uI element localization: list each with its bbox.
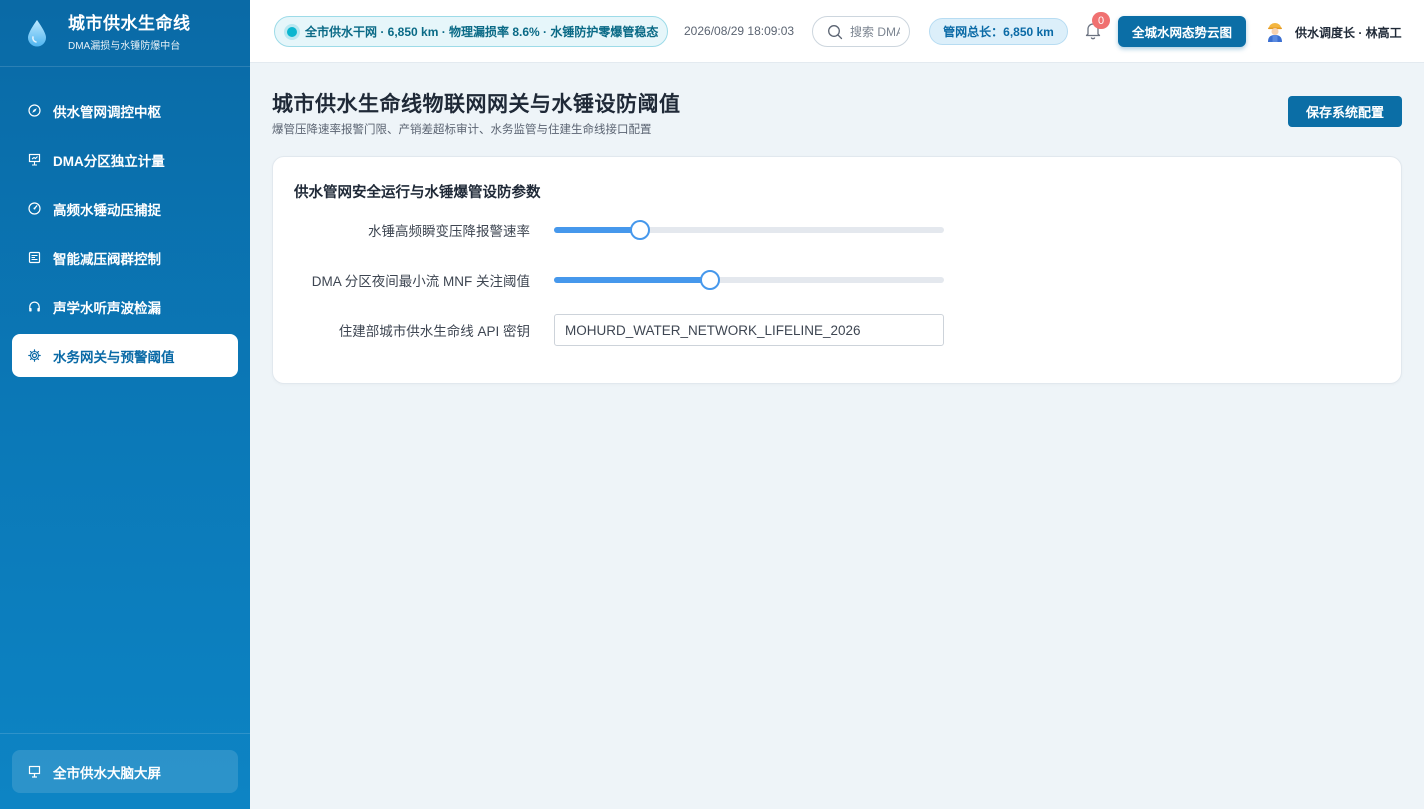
gauge-icon — [28, 202, 41, 215]
brand-title: 城市供水生命线 — [68, 14, 191, 33]
sidebar-item-acoustic-leak[interactable]: 声学水听声波检漏 — [12, 285, 238, 328]
sidebar: 城市供水生命线 DMA漏损与水锤防爆中台 供水管网调控中枢 DMA分区独立计量 … — [0, 0, 250, 809]
network-status-pill: 全市供水干网 · 6,850 km · 物理漏损率 8.6% · 水锤防护零爆管… — [274, 16, 668, 47]
sidebar-item-label: 智能减压阀群控制 — [53, 251, 161, 267]
field-label: 住建部城市供水生命线 API 密钥 — [338, 324, 530, 339]
sidebar-item-gateway-thresholds[interactable]: 水务网关与预警阈值 — [12, 334, 238, 377]
slider-fill — [554, 227, 640, 233]
worker-avatar-icon — [1268, 23, 1282, 42]
save-config-button[interactable]: 保存系统配置 — [1288, 96, 1402, 127]
presentation-icon — [28, 153, 41, 166]
search-icon — [828, 24, 843, 39]
field-row-pressure-drop: 水锤高频瞬变压降报警速率 — [273, 214, 953, 246]
page-subtitle: 爆管压降速率报警门限、产销差超标审计、水务监管与住建生命线接口配置 — [272, 124, 652, 136]
monitor-icon — [28, 765, 41, 778]
api-key-input[interactable] — [554, 314, 944, 346]
slider-thumb[interactable] — [629, 220, 650, 240]
sidebar-item-label: 供水管网调控中枢 — [53, 104, 161, 120]
sidebar-item-label: 水务网关与预警阈值 — [53, 349, 175, 365]
sidebar-nav: 供水管网调控中枢 DMA分区独立计量 高频水锤动压捕捉 智能减压阀群控制 声学水… — [0, 67, 250, 377]
sidebar-item-dma-metering[interactable]: DMA分区独立计量 — [12, 138, 238, 181]
notification-count-badge: 0 — [1092, 12, 1110, 29]
gear-icon — [28, 349, 41, 362]
sidebar-item-network-hub[interactable]: 供水管网调控中枢 — [12, 89, 238, 132]
sidebar-item-label: DMA分区独立计量 — [53, 153, 165, 169]
brand: 城市供水生命线 DMA漏损与水锤防爆中台 — [0, 0, 250, 67]
datetime: 2026/08/29 18:09:03 — [684, 24, 795, 38]
sidebar-item-prv-control[interactable]: 智能减压阀群控制 — [12, 236, 238, 279]
field-label: DMA 分区夜间最小流 MNF 关注阈值 — [311, 274, 530, 289]
page-title: 城市供水生命线物联网网关与水锤设防阈值 — [272, 93, 681, 116]
network-status-text: 全市供水干网 · 6,850 km · 物理漏损率 8.6% · 水锤防护零爆管… — [305, 25, 659, 39]
user-profile[interactable]: 供水调度长 · 林高工 — [1265, 20, 1402, 44]
network-length-badge: 管网总长：6,850 km — [929, 18, 1068, 45]
sidebar-footer: 全市供水大脑大屏 — [0, 733, 250, 809]
slider-fill — [554, 277, 710, 283]
field-label: 水锤高频瞬变压降报警速率 — [368, 224, 530, 239]
field-row-mnf: DMA 分区夜间最小流 MNF 关注阈值 — [273, 264, 953, 296]
status-dot-icon — [287, 26, 297, 37]
panel-icon — [28, 251, 41, 264]
brand-subtitle: DMA漏损与水锤防爆中台 — [68, 41, 181, 52]
card-title: 供水管网安全运行与水锤爆管设防参数 — [294, 185, 541, 201]
top-header: 全市供水干网 · 6,850 km · 物理漏损率 8.6% · 水锤防护零爆管… — [250, 0, 1424, 63]
search-input[interactable] — [850, 24, 900, 39]
field-row-api-key: 住建部城市供水生命线 API 密钥 — [273, 314, 953, 346]
sidebar-item-label: 声学水听声波检漏 — [53, 300, 161, 316]
mnf-threshold-slider[interactable] — [554, 270, 944, 290]
search-box[interactable] — [812, 16, 910, 47]
pressure-drop-rate-slider[interactable] — [554, 220, 944, 240]
sidebar-item-label: 高频水锤动压捕捉 — [53, 202, 161, 218]
headphones-icon — [28, 300, 41, 313]
slider-thumb[interactable] — [700, 270, 720, 290]
city-network-cloud-button[interactable]: 全城水网态势云图 — [1118, 16, 1246, 47]
compass-icon — [28, 104, 41, 117]
big-screen-label: 全市供水大脑大屏 — [53, 765, 161, 781]
user-name: 供水调度长 · 林高工 — [1295, 25, 1402, 40]
water-drop-icon — [28, 20, 46, 47]
big-screen-button[interactable]: 全市供水大脑大屏 — [12, 750, 238, 793]
sidebar-item-water-hammer[interactable]: 高频水锤动压捕捉 — [12, 187, 238, 230]
safety-parameters-card: 供水管网安全运行与水锤爆管设防参数 水锤高频瞬变压降报警速率 DMA 分区夜间最… — [272, 156, 1402, 384]
